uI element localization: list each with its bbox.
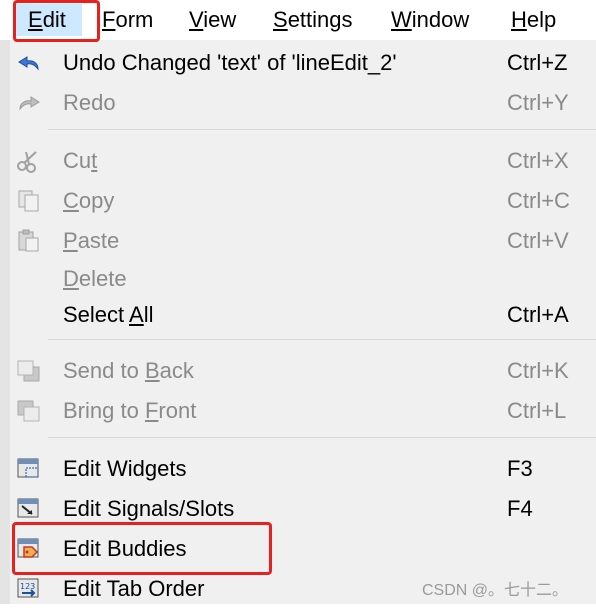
menu-item-bring-to-front-access-key: F: [144, 398, 159, 423]
menu-item-edit-buddies-label: Edit Buddies: [63, 536, 187, 561]
menu-item-select-all-label: Select All: [63, 301, 154, 329]
menu-item-bring-to-front[interactable]: Bring to Front Ctrl+L: [10, 392, 596, 430]
menu-form-label: orm: [115, 7, 154, 32]
menu-item-edit-widgets-label: Edit Widgets: [63, 456, 187, 481]
menu-window-access-key: W: [391, 7, 412, 32]
menu-item-copy-text-end: opy: [78, 188, 115, 213]
menu-item-paste-shortcut: Ctrl+V: [507, 228, 569, 253]
menu-item-bring-to-front-shortcut: Ctrl+L: [507, 398, 567, 423]
menu-item-cut-access-key: t: [91, 148, 98, 173]
menu-item-paste-label: Paste: [63, 227, 119, 255]
menu-item-edit-tab-order-label: Edit Tab Order: [63, 576, 205, 601]
menu-item-delete[interactable]: Delete: [10, 260, 596, 298]
menu-window[interactable]: Window: [391, 4, 469, 36]
menu-item-delete-label: Delete: [63, 265, 127, 293]
menu-item-paste-text-end: aste: [77, 228, 120, 253]
menu-item-send-to-back[interactable]: Send to Back Ctrl+K: [10, 352, 596, 390]
menu-item-delete-text-end: elete: [78, 266, 127, 291]
menu-item-undo-shortcut: Ctrl+Z: [507, 50, 568, 75]
menu-help-label: elp: [526, 7, 557, 32]
svg-text:123: 123: [20, 582, 35, 591]
menu-item-copy-label: Copy: [63, 187, 114, 215]
menu-separator: [48, 339, 596, 340]
menu-item-redo[interactable]: Redo Ctrl+Y: [10, 84, 596, 122]
undo-icon: [16, 51, 42, 75]
menu-settings[interactable]: Settings: [273, 4, 353, 36]
menu-item-copy-access-key: C: [63, 188, 79, 213]
menu-item-select-all-text-end: ll: [143, 302, 154, 327]
menu-item-cut-label: Cut: [63, 147, 97, 175]
menu-item-select-all-text: Select: [63, 302, 130, 327]
menu-item-edit-widgets-shortcut: F3: [507, 456, 533, 481]
menu-window-label: indow: [411, 7, 470, 32]
redo-icon: [16, 91, 42, 115]
menu-item-paste-access-key: P: [63, 228, 78, 253]
menu-item-edit-signals-slots-shortcut: F4: [507, 496, 533, 521]
menu-item-undo-label: Undo Changed 'text' of 'lineEdit_2': [63, 50, 397, 75]
menu-item-edit-signals-slots-label: Edit Signals/Slots: [63, 496, 235, 521]
menu-item-send-to-back-access-key: B: [144, 358, 160, 383]
menu-form-access-key: F: [102, 7, 116, 32]
menu-item-send-to-back-shortcut: Ctrl+K: [507, 358, 569, 383]
menu-item-undo[interactable]: Undo Changed 'text' of 'lineEdit_2' Ctrl…: [10, 44, 596, 82]
background-window-edge: [0, 40, 10, 604]
menu-item-send-to-back-text-end: ack: [159, 358, 194, 383]
send-to-back-icon: [16, 359, 42, 383]
menu-view-label: iew: [203, 7, 237, 32]
edit-menu-dropdown: Undo Changed 'text' of 'lineEdit_2' Ctrl…: [10, 40, 596, 604]
copy-icon: [16, 189, 42, 213]
menu-item-copy[interactable]: Copy Ctrl+C: [10, 182, 596, 220]
menu-view[interactable]: View: [189, 4, 236, 36]
menu-item-paste[interactable]: Paste Ctrl+V: [10, 222, 596, 260]
menu-help-access-key: H: [511, 7, 527, 32]
menu-item-bring-to-front-label: Bring to Front: [63, 397, 196, 425]
edit-tab-order-icon: 123: [16, 577, 42, 601]
menu-edit-label: dit: [42, 7, 66, 32]
menu-item-redo-shortcut: Ctrl+Y: [507, 90, 569, 115]
menu-edit[interactable]: Edit: [16, 4, 82, 36]
menu-item-delete-access-key: D: [63, 266, 79, 291]
scissors-icon: [16, 149, 42, 173]
menu-item-select-all-shortcut: Ctrl+A: [507, 302, 569, 327]
menu-edit-access-key: E: [28, 7, 43, 32]
menu-help[interactable]: Help: [511, 4, 556, 36]
menu-view-access-key: V: [189, 7, 204, 32]
edit-signals-slots-icon: [16, 497, 42, 521]
menu-item-select-all[interactable]: Select All Ctrl+A: [10, 296, 596, 334]
menu-separator: [48, 437, 596, 438]
menu-separator: [48, 129, 596, 130]
menu-item-select-all-access-key: A: [129, 302, 144, 327]
menu-item-send-to-back-text: Send to: [63, 358, 145, 383]
menu-settings-access-key: S: [273, 7, 288, 32]
menu-item-bring-to-front-text: Bring to: [63, 398, 145, 423]
paste-icon: [16, 229, 42, 253]
menu-settings-label: ettings: [287, 7, 353, 32]
menu-item-bring-to-front-text-end: ront: [158, 398, 197, 423]
edit-widgets-icon: [16, 457, 42, 481]
menu-item-redo-label: Redo: [63, 90, 116, 115]
menu-item-cut[interactable]: Cut Ctrl+X: [10, 142, 596, 180]
menu-form[interactable]: Form: [102, 4, 153, 36]
watermark: CSDN @。七十二。: [422, 582, 569, 599]
menu-item-cut-text: Cu: [63, 148, 92, 173]
edit-buddies-icon: [16, 537, 42, 561]
menu-item-edit-signals-slots[interactable]: Edit Signals/Slots F4: [10, 490, 596, 528]
menu-item-send-to-back-label: Send to Back: [63, 357, 194, 385]
menu-item-copy-shortcut: Ctrl+C: [507, 188, 570, 213]
menu-item-edit-buddies[interactable]: Edit Buddies: [10, 530, 596, 568]
menu-item-edit-widgets[interactable]: Edit Widgets F3: [10, 450, 596, 488]
menu-bar: Edit Form View Settings Window Help: [0, 0, 596, 40]
bring-to-front-icon: [16, 399, 42, 423]
menu-item-cut-shortcut: Ctrl+X: [507, 148, 569, 173]
